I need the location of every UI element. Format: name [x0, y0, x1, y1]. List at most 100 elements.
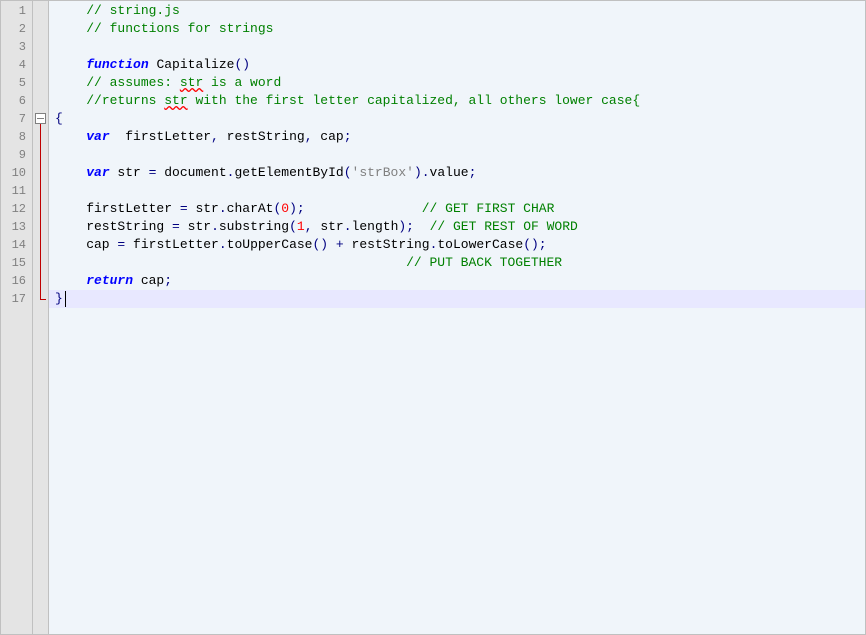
line-number: 7	[1, 110, 32, 128]
text-cursor	[65, 291, 66, 307]
code-line[interactable]: restString = str.substring(1, str.length…	[49, 218, 865, 236]
token-punc: ,	[305, 219, 313, 234]
line-number: 14	[1, 236, 32, 254]
token-punc: .	[219, 201, 227, 216]
token-plain: firstLetter	[110, 129, 211, 144]
token-punc: ;	[164, 273, 172, 288]
token-plain: document	[156, 165, 226, 180]
token-plain: cap	[55, 237, 117, 252]
token-punc: ()	[234, 57, 250, 72]
token-plain	[55, 255, 406, 270]
token-plain	[328, 237, 336, 252]
token-punc: );	[289, 201, 305, 216]
token-plain: getElementById	[234, 165, 343, 180]
line-number: 2	[1, 20, 32, 38]
line-number: 11	[1, 182, 32, 200]
token-punc: =	[172, 219, 180, 234]
token-plain: restString	[55, 219, 172, 234]
line-number: 1	[1, 2, 32, 20]
token-punc: (	[344, 165, 352, 180]
fold-margin	[33, 1, 49, 634]
code-line[interactable]: var str = document.getElementById('strBo…	[49, 164, 865, 182]
fold-toggle-icon[interactable]	[35, 113, 46, 124]
line-number: 15	[1, 254, 32, 272]
code-line[interactable]: // assumes: str is a word	[49, 74, 865, 92]
code-area[interactable]: // string.js // functions for strings fu…	[49, 1, 865, 634]
code-line[interactable]: cap = firstLetter.toUpperCase() + restSt…	[49, 236, 865, 254]
token-punc: ;	[469, 165, 477, 180]
code-line[interactable]: {	[49, 110, 865, 128]
token-comment: str	[180, 75, 203, 90]
code-line[interactable]: return cap;	[49, 272, 865, 290]
token-punc: +	[336, 237, 344, 252]
token-punc: .	[211, 219, 219, 234]
token-punc: ();	[523, 237, 546, 252]
token-comment: // GET FIRST CHAR	[422, 201, 555, 216]
token-plain: charAt	[227, 201, 274, 216]
token-plain	[55, 165, 86, 180]
token-plain: str	[188, 201, 219, 216]
token-comment: //returns	[86, 93, 164, 108]
code-line[interactable]: }	[49, 290, 865, 308]
token-plain: str	[313, 219, 344, 234]
token-plain	[55, 93, 86, 108]
minus-icon	[37, 118, 44, 119]
token-number: 0	[281, 201, 289, 216]
token-comment: // string.js	[86, 3, 180, 18]
code-editor: 1234567891011121314151617 // string.js /…	[1, 1, 865, 634]
token-plain	[305, 201, 422, 216]
code-line[interactable]: firstLetter = str.charAt(0); // GET FIRS…	[49, 200, 865, 218]
token-plain: str	[180, 219, 211, 234]
token-plain: length	[352, 219, 399, 234]
token-plain: value	[430, 165, 469, 180]
token-plain: toUpperCase	[227, 237, 313, 252]
token-plain: restString	[219, 129, 305, 144]
fold-guide-line	[40, 124, 41, 299]
token-comment: is a word	[203, 75, 281, 90]
token-keyword: var	[86, 165, 109, 180]
code-line[interactable]	[49, 38, 865, 56]
token-plain: cap	[313, 129, 344, 144]
code-line[interactable]: var firstLetter, restString, cap;	[49, 128, 865, 146]
code-line[interactable]: // PUT BACK TOGETHER	[49, 254, 865, 272]
code-line[interactable]: // string.js	[49, 2, 865, 20]
code-line[interactable]	[49, 182, 865, 200]
token-punc: .	[344, 219, 352, 234]
code-line[interactable]: //returns str with the first letter capi…	[49, 92, 865, 110]
line-number: 16	[1, 272, 32, 290]
token-comment: str	[164, 93, 187, 108]
line-number: 13	[1, 218, 32, 236]
token-plain	[55, 75, 86, 90]
token-punc: ,	[305, 129, 313, 144]
token-plain	[55, 129, 86, 144]
token-plain: cap	[133, 273, 164, 288]
token-plain: toLowerCase	[437, 237, 523, 252]
token-number: 1	[297, 219, 305, 234]
token-plain	[55, 273, 86, 288]
token-string: 'strBox'	[352, 165, 414, 180]
token-plain	[55, 3, 86, 18]
token-plain: firstLetter	[125, 237, 219, 252]
token-plain: Capitalize	[149, 57, 235, 72]
token-plain	[414, 219, 430, 234]
token-plain: substring	[219, 219, 289, 234]
token-comment: // assumes:	[86, 75, 180, 90]
line-number: 12	[1, 200, 32, 218]
line-number: 8	[1, 128, 32, 146]
token-plain	[55, 57, 86, 72]
code-line[interactable]: function Capitalize()	[49, 56, 865, 74]
token-punc: .	[219, 237, 227, 252]
line-number: 17	[1, 290, 32, 308]
line-number: 3	[1, 38, 32, 56]
code-line[interactable]	[49, 146, 865, 164]
line-number: 4	[1, 56, 32, 74]
line-number: 6	[1, 92, 32, 110]
code-line[interactable]: // functions for strings	[49, 20, 865, 38]
line-number: 10	[1, 164, 32, 182]
line-number: 5	[1, 74, 32, 92]
token-comment: // functions for strings	[86, 21, 273, 36]
token-punc: ()	[313, 237, 329, 252]
fold-end-marker	[40, 299, 46, 300]
token-punc: {	[55, 111, 63, 126]
token-keyword: function	[86, 57, 148, 72]
